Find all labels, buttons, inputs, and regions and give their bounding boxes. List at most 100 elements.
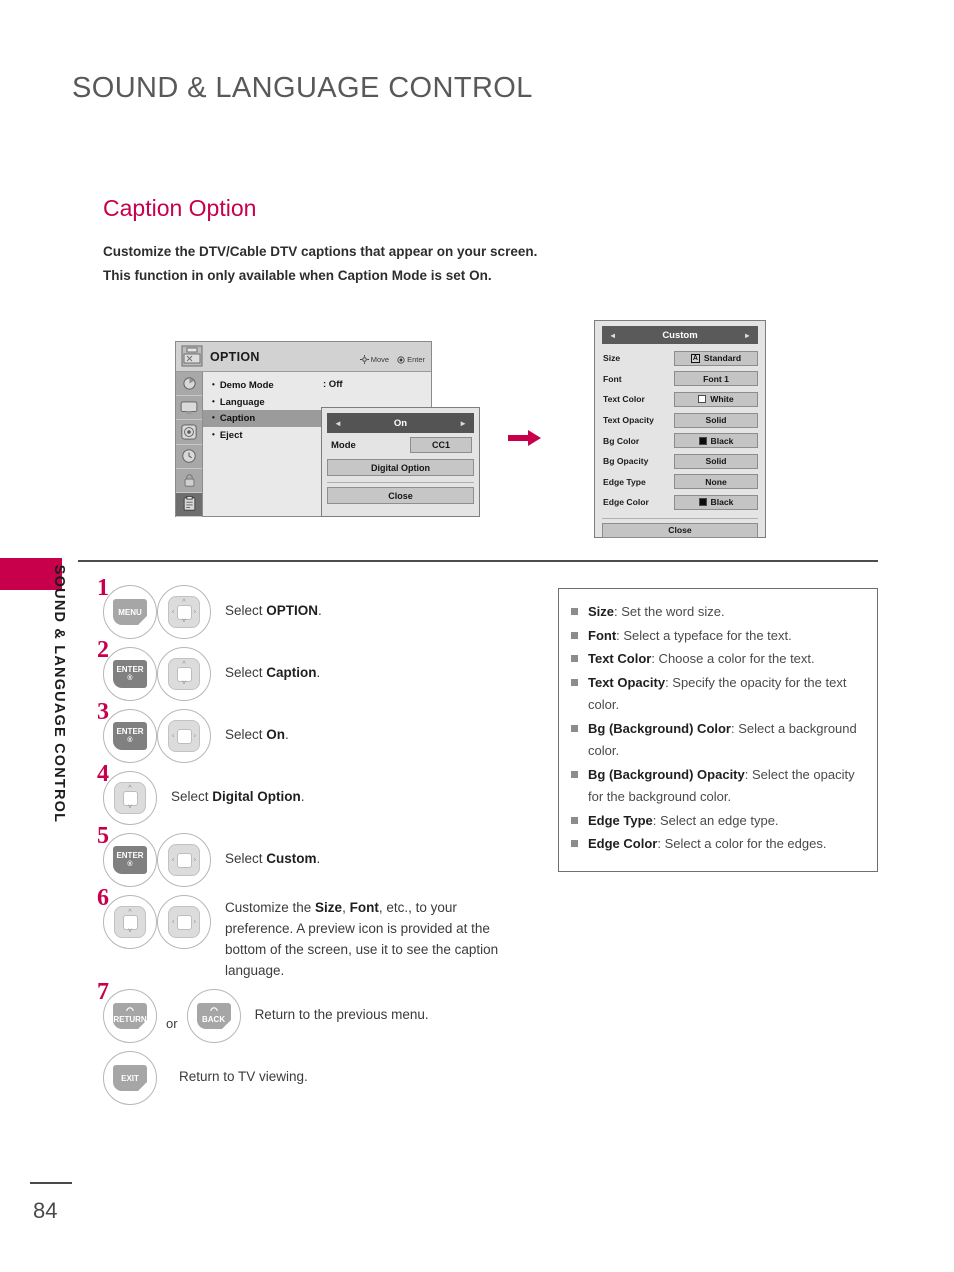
monitor-icon	[180, 401, 198, 414]
chevron-right-icon[interactable]: ►	[744, 331, 751, 340]
hint-enter-label: Enter	[407, 355, 425, 364]
section-intro: Customize the DTV/Cable DTV captions tha…	[103, 240, 703, 288]
navpad-center[interactable]	[176, 914, 192, 930]
osd-caption-popup: ◄ On ► Mode CC1 Digital Option Close	[321, 407, 480, 517]
custom-value-size[interactable]: A Standard	[674, 350, 758, 366]
navigation-pad-5[interactable]: ‹ ›	[157, 833, 211, 887]
step-exit-text: Return to TV viewing.	[179, 1069, 308, 1084]
step-2-text: Select Caption.	[225, 647, 320, 683]
arrow-down-icon: ˅	[181, 680, 187, 687]
custom-value-edge-type[interactable]: None	[674, 474, 758, 490]
navpad-icon[interactable]: ‹ ›	[168, 720, 200, 752]
intro-text-a: This function in only available when	[103, 268, 338, 283]
step-4: 4 ^ ˅ Select Digital Option.	[97, 761, 533, 825]
font-size-a-icon: A	[690, 353, 700, 363]
custom-header[interactable]: ◄ Custom ►	[602, 326, 758, 344]
exit-button[interactable]: EXIT	[103, 1051, 157, 1105]
square-bullet-icon	[571, 840, 578, 847]
custom-close-button[interactable]: Close	[602, 522, 758, 538]
definition-term: Text Color	[588, 651, 652, 666]
osd-row-demo-mode[interactable]: • Demo Mode: Off	[203, 377, 431, 394]
navigation-pad-3[interactable]: ‹ ›	[157, 709, 211, 763]
osd-row-label: Demo Mode	[219, 380, 274, 391]
back-key-label: BACK	[196, 1003, 231, 1029]
custom-value-text-opacity[interactable]: Solid	[674, 412, 758, 428]
chevron-right-icon[interactable]: ►	[459, 419, 467, 428]
navigation-pad-6-vertical[interactable]: ^ ˅	[103, 895, 157, 949]
custom-value-text-color-text: White	[710, 394, 734, 405]
step-text-post: .	[285, 727, 289, 742]
color-swatch-black-icon	[698, 498, 707, 507]
navpad-icon[interactable]: ^ ˅ ‹ ›	[168, 596, 200, 628]
menu-button[interactable]: MENU	[103, 585, 157, 639]
arrow-right-icon: ›	[193, 856, 196, 864]
popup-separator	[327, 482, 474, 483]
custom-value-font[interactable]: Font 1	[674, 371, 758, 387]
sidebar-item-lock[interactable]	[176, 469, 202, 493]
intro-text-c: Mode is set	[388, 268, 470, 283]
navpad-center[interactable]	[176, 852, 192, 868]
custom-value-edge-color[interactable]: Black	[674, 494, 758, 510]
navpad-center[interactable]	[176, 728, 192, 744]
caption-close-button[interactable]: Close	[327, 487, 474, 504]
audio-icon	[181, 424, 197, 440]
step-number: 1	[97, 575, 109, 601]
enter-key-text: ENTER	[116, 665, 144, 674]
custom-row-text-opacity: Text Opacity Solid	[602, 410, 758, 431]
chevron-left-icon[interactable]: ◄	[609, 331, 616, 340]
back-button[interactable]: BACK	[186, 989, 241, 1043]
caption-mode-label: Mode	[331, 439, 356, 451]
arrow-left-icon: ‹	[172, 732, 175, 740]
square-bullet-icon	[571, 608, 578, 615]
arrow-left-icon: ‹	[172, 856, 175, 864]
navigation-pad-4[interactable]: ^ ˅	[103, 771, 157, 825]
bullet-icon: •	[212, 413, 215, 422]
navpad-icon[interactable]: ^ ˅	[114, 782, 146, 814]
osd-row-label: Caption	[219, 413, 256, 424]
sidebar-item-audio[interactable]	[176, 420, 202, 445]
enter-button-2[interactable]: ENTER ®	[103, 647, 157, 701]
move-icon	[359, 355, 369, 364]
bullet-icon: •	[212, 380, 215, 389]
menu-key-label: MENU	[113, 599, 147, 625]
custom-value-bg-color[interactable]: Black	[674, 433, 758, 449]
enter-key-text: ENTER	[116, 727, 144, 736]
step-6: 6 ^ ˅ ‹ › Customize the Size, Font, etc.…	[97, 885, 533, 981]
enter-button-5[interactable]: ENTER ®	[103, 833, 157, 887]
digital-option-button[interactable]: Digital Option	[327, 459, 474, 476]
sidebar-item-picture[interactable]	[176, 372, 202, 397]
intro-text-e: .	[487, 268, 492, 283]
arrow-right-icon: ›	[193, 732, 196, 740]
definition-desc: : Select an edge type.	[652, 812, 779, 828]
arrow-up-icon: ^	[128, 785, 132, 792]
sidebar-item-time[interactable]	[176, 445, 202, 469]
navpad-icon[interactable]: ‹ ›	[168, 844, 200, 876]
custom-value-bg-opacity[interactable]: Solid	[674, 453, 758, 469]
osd-category-iconbar	[176, 372, 203, 518]
return-key-text: RETURN	[113, 1015, 147, 1024]
sidebar-item-screen[interactable]	[176, 396, 202, 421]
navigation-pad-6-horizontal[interactable]: ‹ ›	[157, 895, 211, 949]
registered-icon: ®	[127, 737, 133, 744]
page-number-rule	[30, 1182, 72, 1184]
enter-key-label: ENTER ®	[113, 846, 147, 874]
navpad-icon[interactable]: ‹ ›	[168, 906, 200, 938]
sidebar-item-option[interactable]	[176, 492, 202, 518]
definition-text-color: Text Color: Choose a color for the text.	[571, 648, 863, 671]
navigation-pad-2[interactable]: ^ ˅	[157, 647, 211, 701]
caption-on-header[interactable]: ◄ On ►	[327, 413, 474, 433]
custom-value-text-color[interactable]: White	[674, 391, 758, 407]
enter-key-label: ENTER ®	[113, 722, 147, 750]
caption-mode-value[interactable]: CC1	[410, 437, 472, 453]
navigation-pad-1[interactable]: ^ ˅ ‹ ›	[157, 585, 211, 639]
navpad-icon[interactable]: ^ ˅	[114, 906, 146, 938]
enter-button-3[interactable]: ENTER ®	[103, 709, 157, 763]
procedure-steps: 1 MENU ^ ˅ ‹ › Select OPTION. 2 ENTER ® …	[97, 575, 533, 1113]
navpad-icon[interactable]: ^ ˅	[168, 658, 200, 690]
custom-label-edge-color: Edge Color	[603, 497, 649, 508]
chevron-left-icon[interactable]: ◄	[334, 419, 342, 428]
osd-row-label: Eject	[219, 429, 243, 441]
definitions-box: Size: Set the word size. Font: Select a …	[558, 588, 878, 872]
return-button[interactable]: RETURN	[103, 989, 157, 1043]
step-1: 1 MENU ^ ˅ ‹ › Select OPTION.	[97, 575, 533, 639]
